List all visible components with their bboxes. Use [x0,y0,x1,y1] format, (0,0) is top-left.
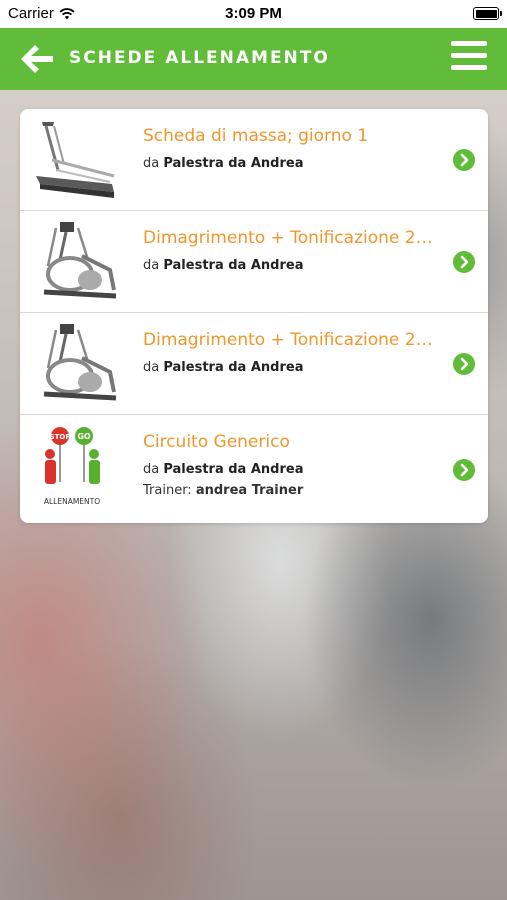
back-arrow-icon[interactable] [18,40,56,78]
owner-name: Palestra da Andrea [163,360,304,375]
workout-title: Scheda di massa; giorno 1 [143,126,369,146]
workout-row-4[interactable]: STOP GO ALLENAMENTO Circuito Generico da… [20,415,488,523]
workout-trainer: Trainer: andrea Trainer [143,483,303,498]
workout-owner: da Palestra da Andrea [143,360,303,375]
stop-go-image: STOP GO ALLENAMENTO [44,427,100,506]
workout-title: Dimagrimento + Tonificazione 2g… [143,228,433,248]
trainer-name: andrea Trainer [195,483,304,498]
battery-icon [473,7,502,20]
workout-title: Dimagrimento + Tonificazione 2gg [143,330,433,350]
go-sign-text: GO [77,432,91,441]
trainer-prefix: Trainer: [143,483,192,498]
owner-name: Palestra da Andrea [163,462,304,477]
owner-name: Palestra da Andrea [163,156,304,171]
workout-owner: da Palestra da Andrea [143,258,303,273]
workout-row-2[interactable]: Dimagrimento + Tonificazione 2g… da Pale… [20,211,488,313]
elliptical-image [43,324,117,401]
chevron-right-icon[interactable] [453,459,475,481]
treadmill-image [36,122,115,198]
status-time: 3:09 PM [225,5,282,22]
owner-prefix: da [143,156,160,171]
owner-prefix: da [143,462,160,477]
owner-prefix: da [143,360,160,375]
status-bar: Carrier 3:09 PM [0,0,507,28]
chevron-right-icon[interactable] [453,353,475,375]
hamburger-menu-icon[interactable] [451,41,487,73]
chevron-right-icon[interactable] [453,251,475,273]
workout-row-3[interactable]: Dimagrimento + Tonificazione 2gg da Pale… [20,313,488,415]
page-title: SCHEDE ALLENAMENTO [69,48,330,68]
chevron-right-icon[interactable] [453,149,475,171]
workout-title: Circuito Generico [143,432,290,452]
image-caption: ALLENAMENTO [44,497,100,506]
workout-row-1[interactable]: Scheda di massa; giorno 1 da Palestra da… [20,109,488,211]
workout-owner: da Palestra da Andrea [143,156,303,171]
workout-owner: da Palestra da Andrea [143,462,303,477]
owner-name: Palestra da Andrea [163,258,304,273]
owner-prefix: da [143,258,160,273]
nav-bar: SCHEDE ALLENAMENTO [0,28,507,90]
workout-list: Scheda di massa; giorno 1 da Palestra da… [20,109,488,523]
stop-sign-text: STOP [50,433,71,441]
elliptical-image [43,222,117,299]
